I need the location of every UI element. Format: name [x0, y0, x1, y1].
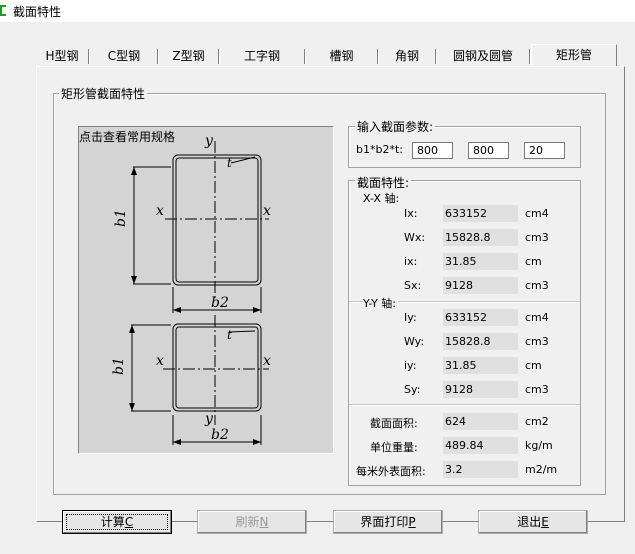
input-group-title: 输入截面参数: — [355, 118, 436, 135]
b2-label: b2 — [211, 295, 229, 311]
print-button[interactable]: 界面打印P — [333, 510, 443, 534]
area-value: 624 — [443, 413, 518, 430]
tab-angle-steel[interactable]: 角钢 — [380, 47, 434, 66]
tab-strip: H型钢 C型钢 Z型钢 工字钢 槽钢 角钢 圆钢及圆管 矩形管 — [36, 44, 626, 67]
surface-area-unit: m2/m — [525, 463, 558, 476]
tab-z-steel[interactable]: Z型钢 — [160, 47, 217, 66]
sy-unit: cm3 — [525, 383, 549, 396]
rx-unit: cm — [525, 255, 542, 268]
b1-label-2: b1 — [111, 357, 127, 375]
tab-separator — [435, 49, 437, 64]
wy-value: 15828.8 — [443, 333, 518, 350]
print-label: 界面打印 — [360, 515, 409, 529]
tab-separator — [304, 49, 306, 64]
wx-unit: cm3 — [525, 231, 549, 244]
x-axis-label-right: x — [263, 203, 271, 219]
wy-unit: cm3 — [525, 335, 549, 348]
window-title: 截面特性 — [13, 5, 62, 19]
exit-button[interactable]: 退出E — [478, 510, 588, 534]
b2-input[interactable] — [468, 142, 509, 159]
wy-label: Wy: — [404, 335, 425, 348]
iy-label: Iy: — [404, 311, 417, 324]
b2-label-2: b2 — [211, 427, 229, 443]
dims-label: b1*b2*t: — [356, 143, 403, 156]
refresh-label: 刷新 — [235, 515, 260, 529]
y-axis-label-2: y — [204, 411, 214, 427]
rect-tube-drawing: y x x t b2 b1 x x t y b2 b1 — [111, 133, 271, 445]
rx-label: ix: — [404, 255, 418, 268]
tab-c-steel[interactable]: C型钢 — [91, 47, 157, 66]
sx-label: Sx: — [404, 279, 422, 292]
sx-value: 9128 — [443, 277, 518, 294]
yy-axis-label: Y-Y 轴: — [363, 295, 398, 311]
surface-area-label: 每米外表面积: — [356, 465, 426, 478]
tab-h-steel[interactable]: H型钢 — [36, 47, 88, 66]
t-input[interactable] — [524, 142, 565, 159]
print-key: P — [408, 515, 416, 529]
ry-value: 31.85 — [443, 357, 518, 374]
tab-channel-steel[interactable]: 槽钢 — [307, 47, 376, 66]
iy-unit: cm4 — [525, 311, 549, 324]
weight-value: 489.84 — [443, 437, 518, 454]
refresh-key: N — [259, 515, 269, 529]
tab-separator — [218, 49, 220, 64]
general-divider — [349, 404, 580, 406]
area-unit: cm2 — [525, 415, 549, 428]
y-axis-label: y — [204, 133, 214, 149]
tab-i-beam[interactable]: 工字钢 — [221, 47, 303, 66]
x-axis-label-right-2: x — [263, 353, 271, 369]
tab-separator — [88, 49, 90, 64]
ix-label: Ix: — [404, 207, 418, 220]
focus-rect — [66, 514, 168, 530]
x-axis-label-left-2: x — [156, 353, 164, 369]
title-bar: 截面特性 — [0, 0, 635, 22]
tab-separator — [377, 49, 379, 64]
sx-unit: cm3 — [525, 279, 549, 292]
area-label: 截面面积: — [370, 417, 418, 430]
ix-unit: cm4 — [525, 207, 549, 220]
tab-rect-tube[interactable]: 矩形管 — [531, 44, 617, 67]
weight-unit: kg/m — [525, 439, 553, 452]
section-group-title: 矩形管截面特性 — [59, 85, 148, 102]
surface-area-value: 3.2 — [443, 461, 518, 478]
x-axis-label-left: x — [156, 203, 164, 219]
ry-label: iy: — [404, 359, 417, 372]
section-diagram[interactable]: 点击查看常用规格 y x x t b2 b1 x x t y b2 b1 — [78, 126, 334, 454]
props-group-title: 截面特性: — [355, 174, 412, 191]
wx-label: Wx: — [404, 231, 426, 244]
ix-value: 633152 — [443, 205, 518, 222]
tab-round-steel[interactable]: 圆钢及圆管 — [438, 47, 528, 66]
sy-label: Sy: — [404, 383, 421, 396]
exit-key: E — [541, 515, 549, 529]
b1-input[interactable] — [412, 142, 453, 159]
calculate-button[interactable]: 计算C — [62, 510, 172, 534]
xx-axis-label: X-X 轴: — [363, 192, 400, 205]
weight-label: 单位重量: — [370, 441, 418, 454]
iy-value: 633152 — [443, 309, 518, 326]
tab-separator — [157, 49, 159, 64]
exit-label: 退出 — [517, 515, 542, 529]
wx-value: 15828.8 — [443, 229, 518, 246]
sy-value: 9128 — [443, 381, 518, 398]
ry-unit: cm — [525, 359, 542, 372]
thickness-label-2: t — [227, 328, 232, 342]
rx-value: 31.85 — [443, 253, 518, 270]
b1-label: b1 — [113, 209, 129, 227]
refresh-button[interactable]: 刷新N — [197, 510, 307, 534]
thickness-label: t — [227, 156, 232, 170]
app-icon — [0, 5, 6, 16]
